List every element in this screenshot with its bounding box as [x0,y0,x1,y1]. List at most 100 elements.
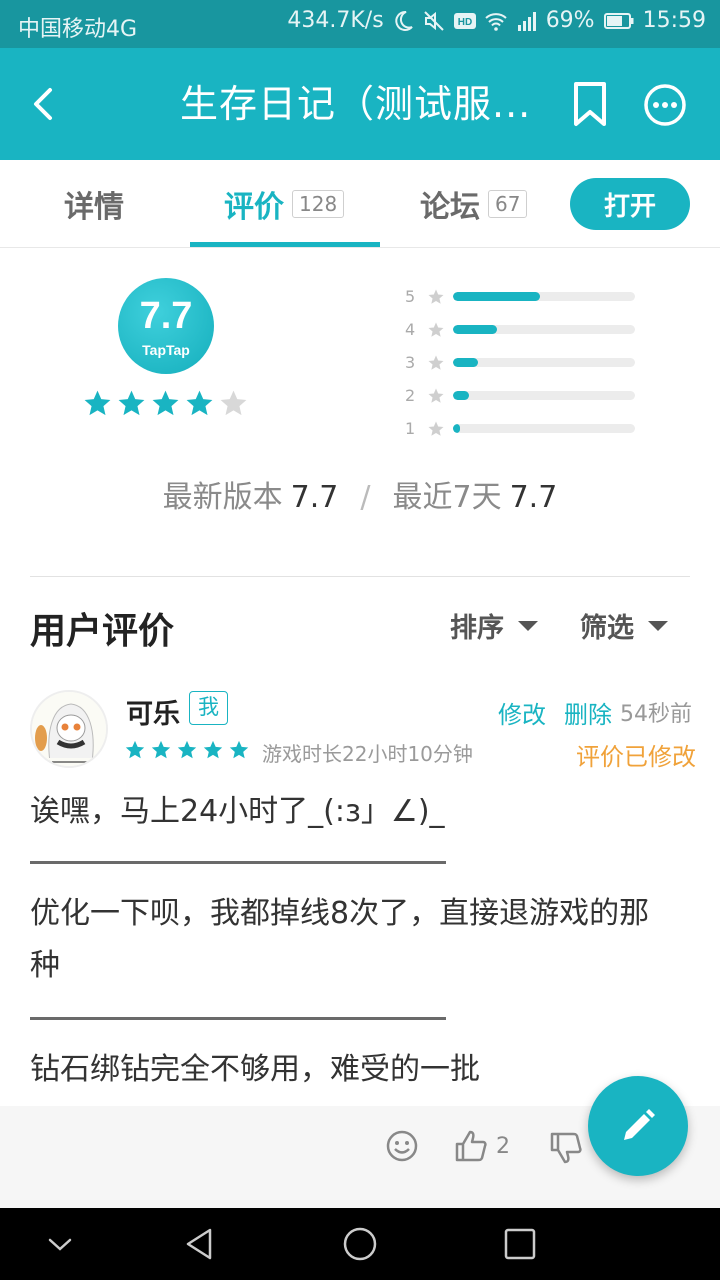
star-icon [428,355,444,370]
star-filled-icon [186,390,213,416]
tab-count-badge: 128 [292,190,345,218]
distribution-track [453,325,635,334]
distribution-bar [453,358,479,367]
reviews-title: 用户评价 [30,611,175,652]
distribution-track [453,358,635,367]
caret-down-icon [518,620,538,631]
tab-forum[interactable]: 论坛 67 [420,160,528,248]
avatar[interactable] [30,690,108,768]
moon-icon [395,10,413,31]
distribution-track [453,292,635,301]
app-bar: 生存日记（测试服... [0,48,720,160]
emoji-reaction-icon[interactable] [384,1128,420,1164]
hd-icon: HD [453,12,476,29]
recent-label: 最近7天 [392,480,502,515]
score-value: 7.7 [139,295,193,337]
latest-version-label: 最新版本 [162,480,283,515]
star-icon [428,388,444,403]
score-badge: 7.7 TapTap [118,278,214,374]
clock: 15:59 [642,8,706,33]
tab-label: 论坛 [420,190,480,225]
nav-back-icon[interactable] [182,1226,218,1262]
distribution-row: 4 [405,313,645,346]
wifi-icon [485,12,507,31]
tab-label: 详情 [64,190,124,225]
distribution-label: 5 [405,287,416,306]
distribution-row: 2 [405,379,645,412]
nav-home-icon[interactable] [342,1226,378,1262]
like-count: 2 [496,1134,510,1159]
star-filled-icon [152,390,179,416]
review-text-line: 诶嘿，马上24小时了_(:з」∠)_ [30,794,445,829]
star-filled-icon [125,740,145,759]
active-tab-indicator [190,242,380,247]
star-icon [428,322,444,337]
distribution-label: 2 [405,386,416,405]
more-icon[interactable] [642,82,688,128]
edit-review-link[interactable]: 修改 [498,695,546,730]
bookmark-icon[interactable] [568,80,612,128]
filter-label: 筛选 [580,613,634,644]
open-button[interactable]: 打开 [570,178,690,230]
review-playtime: 游戏时长22小时10分钟 [262,742,473,766]
star-icon [428,421,444,436]
distribution-row: 5 [405,280,645,313]
review-text-line: 优化一下呗，我都掉线8次了，直接退游戏的那 [30,896,650,931]
tab-details[interactable]: 详情 [64,160,124,248]
content-divider [30,1017,446,1020]
star-filled-icon [203,740,223,759]
latest-version-value: 7.7 [290,480,339,515]
review-username[interactable]: 可乐 [126,692,180,731]
delete-review-link[interactable]: 删除 [564,695,612,730]
signal-icon [517,11,536,31]
review-time: 54秒前 [620,702,692,727]
back-arrow-icon[interactable] [22,82,66,126]
status-indicators: 434.7K/s HD 69% 15:59 [287,8,706,33]
chevron-down-icon[interactable] [42,1226,78,1262]
app-title: 生存日记（测试服... [180,82,532,126]
version-ratings: 最新版本 7.7/最近7天 7.7 [0,472,720,516]
review-edited-label: 评价已修改 [576,743,696,771]
tab-reviews[interactable]: 评价 128 [224,160,345,248]
star-filled-icon [151,740,171,759]
svg-text:HD: HD [457,17,471,28]
thumb-up-icon[interactable] [453,1128,489,1164]
review-text-line: 种 [30,948,60,983]
carrier-label: 中国移动4G [18,17,138,42]
taptap-brand: TapTap [142,342,190,358]
rating-distribution: 5 4 3 2 1 [405,280,645,440]
distribution-row: 1 [405,412,645,445]
distribution-row: 3 [405,346,645,379]
star-filled-icon [177,740,197,759]
tab-count-badge: 67 [488,190,528,218]
me-badge: 我 [189,691,228,725]
review-stars [124,739,250,761]
separator: / [360,480,371,515]
star-icon [428,289,444,304]
content-divider [30,861,446,864]
review-text-line: 钻石绑钻完全不够用，难受的一批 [30,1052,480,1087]
distribution-bar [453,325,497,334]
network-speed: 434.7K/s [287,8,384,33]
battery-percent: 69% [545,8,595,33]
distribution-bar [453,424,461,433]
distribution-label: 1 [405,419,416,438]
sort-dropdown[interactable]: 排序 [450,606,538,645]
distribution-track [453,424,635,433]
thumb-down-icon[interactable] [548,1130,584,1166]
distribution-bar [453,292,541,301]
nav-recents-icon[interactable] [502,1226,538,1262]
star-filled-icon [84,390,111,416]
star-filled-icon [229,740,249,759]
distribution-label: 3 [405,353,416,372]
section-divider [30,576,690,577]
distribution-bar [453,391,470,400]
filter-dropdown[interactable]: 筛选 [580,606,668,645]
sort-label: 排序 [450,613,504,644]
pencil-icon [624,1109,655,1140]
rating-stars [82,388,252,422]
status-bar: 中国移动4G 434.7K/s HD 69% 15:59 [0,0,720,48]
mute-icon [423,10,444,31]
distribution-track [453,391,635,400]
write-review-fab[interactable] [588,1076,688,1176]
